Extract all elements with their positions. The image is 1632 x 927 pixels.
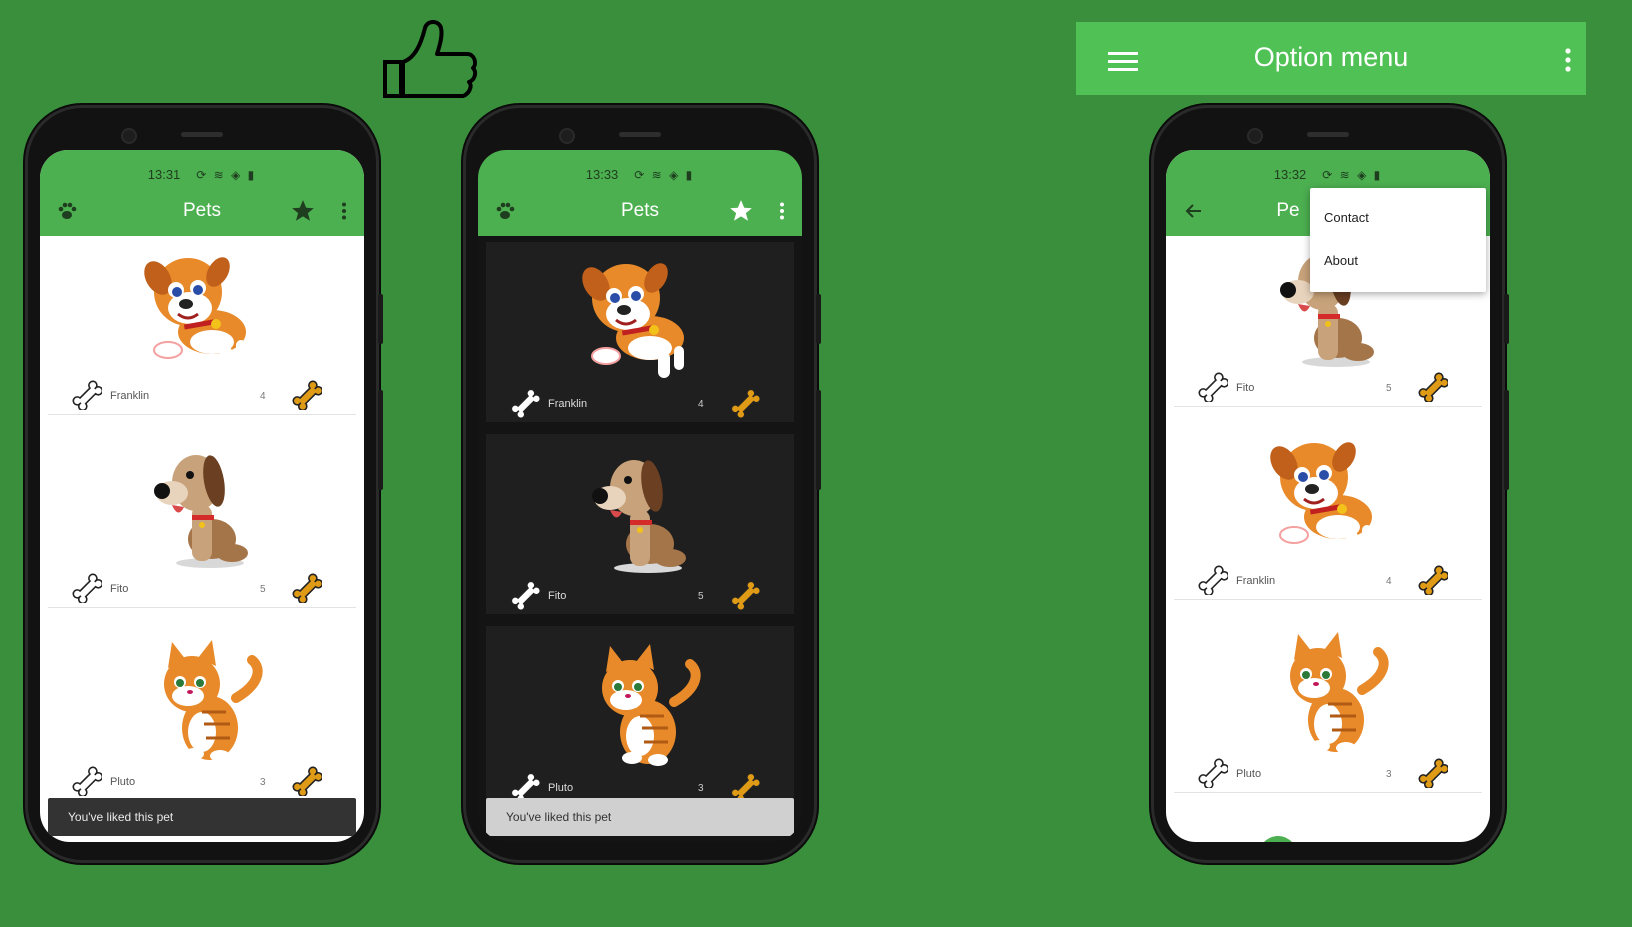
pet-name: Franklin bbox=[548, 398, 588, 410]
star-icon[interactable] bbox=[728, 198, 754, 224]
pet-list: Franklin 4 Fito 5 Pluto 3 bbox=[40, 236, 364, 842]
bone-rating-icon bbox=[1414, 754, 1448, 788]
app-bar: Pets bbox=[478, 186, 802, 236]
status-bar: 13:33 ⟳ ≋ ◈ ▮ bbox=[478, 150, 802, 186]
pet-card: Franklin 4 bbox=[48, 236, 356, 415]
pet-image-puppy bbox=[1258, 427, 1398, 567]
status-time: 13:31 bbox=[147, 167, 181, 182]
app-bar: Pets bbox=[40, 186, 364, 236]
pet-image-parrot bbox=[1208, 822, 1348, 842]
pet-name: Pluto bbox=[110, 776, 136, 788]
phone-menu: 13:32 ⟳ ≋ ◈ ▮ Pe Contact About Fito 5 Fr… bbox=[1154, 108, 1509, 860]
phone-dark: 13:33 ⟳ ≋ ◈ ▮ Pets Franklin 4 Fito 5 Plu… bbox=[466, 108, 821, 860]
like-bone-button[interactable] bbox=[68, 762, 102, 796]
pet-name: Fito bbox=[110, 583, 129, 595]
pet-card: Pluto 3 bbox=[48, 622, 356, 801]
status-icons: ⟳ ≋ ◈ ▮ bbox=[634, 168, 695, 182]
pet-image-cat bbox=[1258, 620, 1398, 760]
pet-list: Franklin 4 Fito 5 Pluto 3 bbox=[478, 236, 802, 842]
status-bar: 13:31 ⟳ ≋ ◈ ▮ bbox=[40, 150, 364, 186]
phone-screen: 13:32 ⟳ ≋ ◈ ▮ Pe Contact About Fito 5 Fr… bbox=[1166, 150, 1490, 842]
pet-card: Franklin 4 bbox=[486, 242, 794, 422]
snackbar: You've liked this pet bbox=[486, 798, 794, 836]
phone-light: 13:31 ⟳ ≋ ◈ ▮ Pets Franklin 4 Fito 5 Plu… bbox=[28, 108, 383, 860]
status-bar: 13:32 ⟳ ≋ ◈ ▮ bbox=[1166, 150, 1490, 186]
like-bone-button[interactable] bbox=[1194, 368, 1228, 402]
like-bone-button[interactable] bbox=[1194, 561, 1228, 595]
pet-name: Fito bbox=[1236, 382, 1255, 394]
option-menu-title: Option menu bbox=[1253, 42, 1409, 72]
pet-name: Pluto bbox=[548, 782, 574, 794]
bone-rating-icon bbox=[288, 376, 322, 410]
bone-rating-icon bbox=[1414, 368, 1448, 402]
pet-list: Fito 5 Franklin 4 Pluto 3 bbox=[1166, 236, 1490, 842]
like-bone-button[interactable] bbox=[68, 376, 102, 410]
pet-likes: 3 bbox=[1386, 769, 1392, 780]
pet-name: Pluto bbox=[1236, 768, 1262, 780]
earpiece bbox=[181, 132, 223, 137]
bone-rating-icon bbox=[1414, 561, 1448, 595]
earpiece bbox=[619, 132, 661, 137]
pet-image-puppy bbox=[570, 248, 710, 388]
like-bone-button[interactable] bbox=[1194, 754, 1228, 788]
pet-name: Franklin bbox=[110, 390, 150, 402]
pet-likes: 5 bbox=[260, 584, 266, 595]
overflow-menu-icon[interactable] bbox=[1564, 48, 1572, 72]
front-camera bbox=[121, 128, 137, 144]
status-time: 13:33 bbox=[585, 167, 619, 182]
status-icons: ⟳ ≋ ◈ ▮ bbox=[196, 168, 257, 182]
pet-image-dog bbox=[570, 440, 710, 580]
bone-rating-icon bbox=[726, 384, 760, 418]
overflow-menu-icon[interactable] bbox=[340, 202, 348, 220]
status-time: 13:32 bbox=[1273, 167, 1307, 182]
thumbs-up-icon bbox=[383, 20, 478, 98]
pet-image-cat bbox=[132, 628, 272, 768]
pet-name: Fito bbox=[548, 590, 567, 602]
like-bone-button[interactable] bbox=[506, 576, 540, 610]
bone-rating-icon bbox=[726, 768, 760, 802]
bone-rating-icon bbox=[288, 762, 322, 796]
pet-likes: 5 bbox=[698, 591, 704, 602]
popup-menu: Contact About bbox=[1310, 188, 1486, 292]
overflow-menu-icon[interactable] bbox=[778, 202, 786, 220]
phone-screen: 13:33 ⟳ ≋ ◈ ▮ Pets Franklin 4 Fito 5 Plu… bbox=[478, 150, 802, 842]
pet-card: Pluto 3 bbox=[1174, 614, 1482, 793]
like-bone-button[interactable] bbox=[68, 569, 102, 603]
status-icons: ⟳ ≋ ◈ ▮ bbox=[1322, 168, 1383, 182]
menu-item-about[interactable]: About bbox=[1324, 253, 1358, 268]
pet-card: Fito 5 bbox=[486, 434, 794, 614]
like-bone-button[interactable] bbox=[506, 768, 540, 802]
bone-rating-icon bbox=[288, 569, 322, 603]
pet-card: Fito 5 bbox=[48, 429, 356, 608]
pet-card: Pluto 3 bbox=[486, 626, 794, 806]
pet-name: Franklin bbox=[1236, 575, 1276, 587]
pet-image-cat bbox=[570, 632, 710, 772]
pet-likes: 3 bbox=[260, 777, 266, 788]
front-camera bbox=[1247, 128, 1263, 144]
front-camera bbox=[559, 128, 575, 144]
star-icon[interactable] bbox=[290, 198, 316, 224]
snackbar: You've liked this pet bbox=[48, 798, 356, 836]
pet-likes: 5 bbox=[1386, 383, 1392, 394]
pet-image-dog bbox=[132, 435, 272, 575]
pet-likes: 4 bbox=[1386, 576, 1392, 587]
phone-screen: 13:31 ⟳ ≋ ◈ ▮ Pets Franklin 4 Fito 5 Plu… bbox=[40, 150, 364, 842]
pet-likes: 4 bbox=[260, 391, 266, 402]
option-menu-bar: Option menu bbox=[1076, 22, 1586, 95]
like-bone-button[interactable] bbox=[506, 384, 540, 418]
earpiece bbox=[1307, 132, 1349, 137]
pet-card: Franklin 4 bbox=[1174, 421, 1482, 600]
pet-image-puppy bbox=[132, 242, 272, 382]
pet-likes: 4 bbox=[698, 399, 704, 410]
bone-rating-icon bbox=[726, 576, 760, 610]
menu-item-contact[interactable]: Contact bbox=[1324, 210, 1369, 225]
pet-likes: 3 bbox=[698, 783, 704, 794]
